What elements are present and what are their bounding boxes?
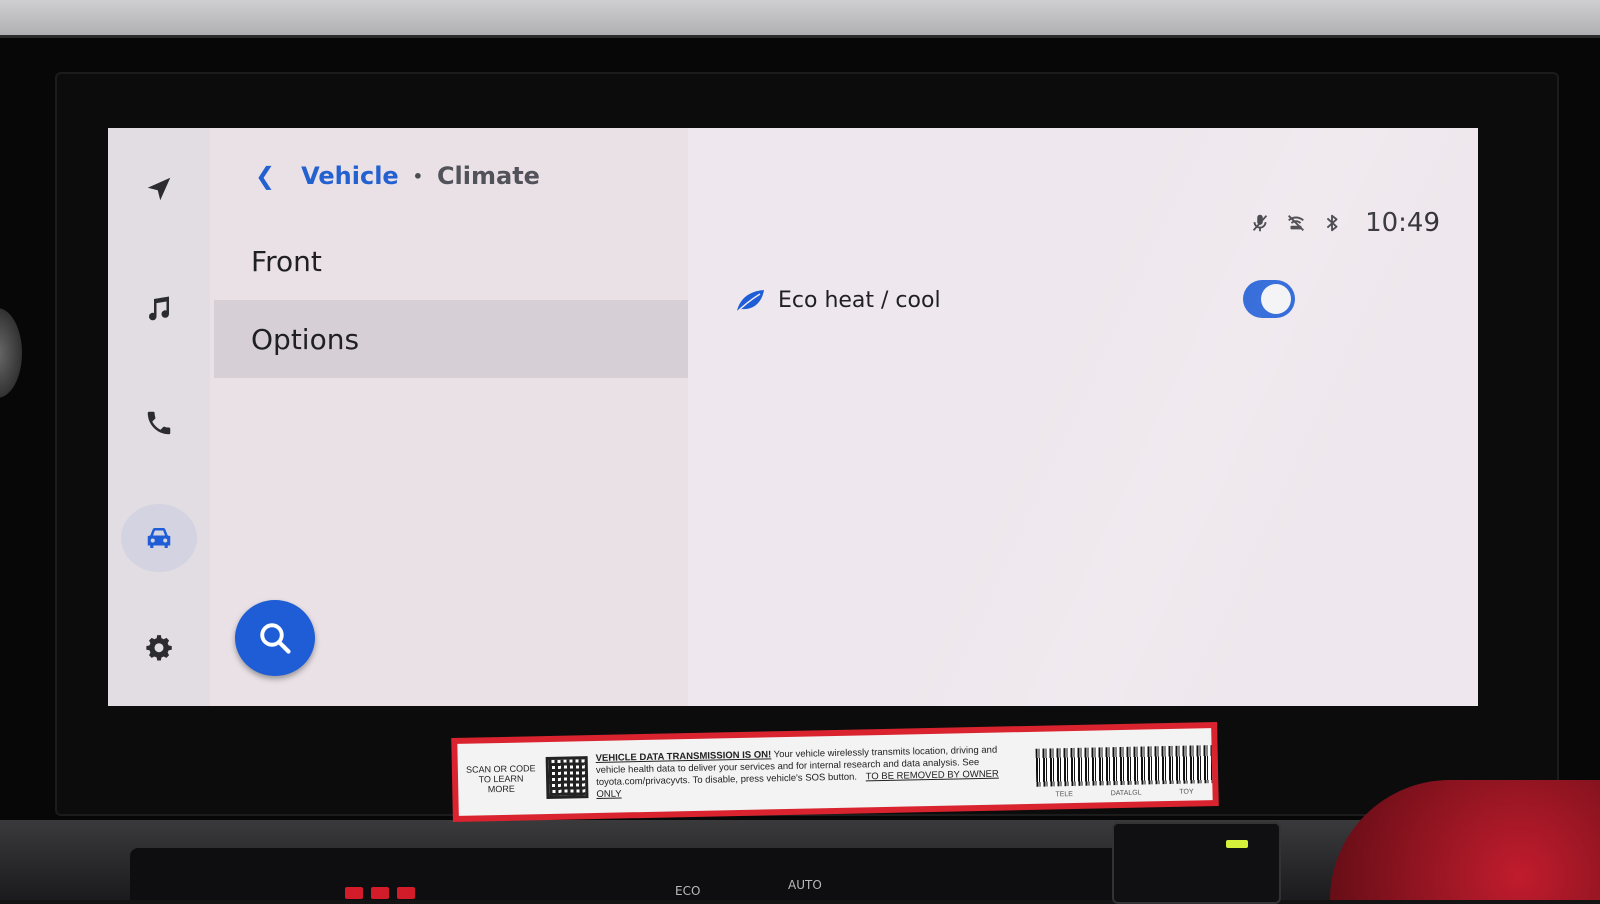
leaf-icon [735, 290, 764, 314]
navigation-icon [147, 177, 171, 201]
sticker-body: VEHICLE DATA TRANSMISSION IS ON! Your ve… [596, 744, 1027, 801]
infotainment-screen: ❮ Vehicle • Climate Front Options 10:49 … [108, 128, 1478, 706]
setting-label: Eco heat / cool [778, 287, 941, 313]
console-auto-label: AUTO [788, 878, 822, 892]
console-eco-label: ECO [675, 884, 701, 898]
sticker-scan-text: SCAN OR CODE TO LEARN MORE [466, 763, 536, 795]
gear-icon [146, 635, 172, 661]
menu-item-front[interactable]: Front [214, 222, 688, 300]
data-transmission-sticker: SCAN OR CODE TO LEARN MORE VEHICLE DATA … [451, 721, 1219, 823]
rail-item-music[interactable] [130, 280, 188, 338]
barcode-label: TELE [1055, 791, 1074, 799]
barcode-label: DATALGL [1110, 789, 1142, 798]
seat-heater-buttons[interactable] [1112, 822, 1281, 904]
rail-item-navigation[interactable] [130, 160, 188, 218]
barcode-icon: TELE DATALGL TOY [1035, 745, 1213, 798]
clock: 10:49 [1365, 208, 1440, 238]
breadcrumb: ❮ Vehicle • Climate [255, 162, 540, 190]
menu-item-label: Front [251, 244, 322, 278]
climate-menu-pane: ❮ Vehicle • Climate Front Options [210, 128, 688, 706]
menu-item-label: Options [251, 322, 360, 356]
back-chevron-icon[interactable]: ❮ [255, 162, 275, 190]
breadcrumb-climate: Climate [436, 162, 540, 190]
seat-indicator-lamp [1226, 840, 1248, 848]
search-button[interactable] [235, 600, 315, 676]
toggle-knob [1261, 284, 1291, 314]
options-content-pane: 10:49 Eco heat / cool [688, 128, 1478, 706]
breadcrumb-separator: • [412, 166, 423, 186]
rail-item-vehicle[interactable] [121, 504, 197, 572]
volume-knob[interactable] [0, 308, 22, 398]
rail-item-phone[interactable] [130, 394, 188, 452]
status-bar: 10:49 [1235, 208, 1440, 238]
console-indicator-lights [345, 884, 423, 903]
car-icon [147, 528, 171, 548]
climate-control-panel [130, 848, 1130, 900]
phone-icon [147, 411, 171, 435]
setting-row-eco-heat-cool[interactable]: Eco heat / cool [734, 270, 1314, 330]
nav-rail [108, 128, 210, 706]
music-icon [149, 296, 170, 321]
wireless-charging-off-icon [1288, 215, 1305, 231]
eco-heat-cool-toggle[interactable] [1243, 280, 1295, 318]
breadcrumb-vehicle[interactable]: Vehicle [301, 162, 399, 190]
qr-code-icon [545, 756, 589, 800]
bluetooth-icon [1326, 214, 1338, 232]
menu-item-options[interactable]: Options [214, 300, 688, 378]
mic-off-icon [1252, 214, 1268, 232]
search-icon [260, 623, 291, 654]
rail-item-settings[interactable] [130, 620, 188, 678]
barcode-label: TOY [1179, 788, 1194, 796]
